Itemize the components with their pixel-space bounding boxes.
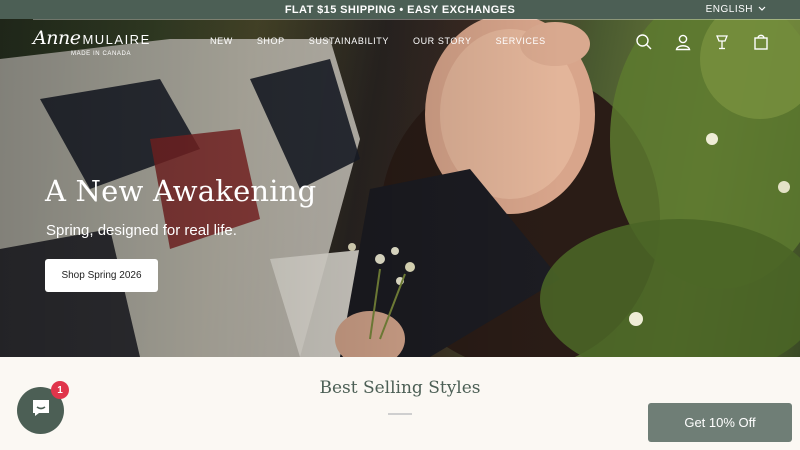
account-icon[interactable] <box>674 33 692 51</box>
nav-item-new[interactable]: NEW <box>210 36 233 46</box>
chevron-down-icon <box>758 4 766 15</box>
header-divider <box>33 19 800 20</box>
nav-item-shop[interactable]: SHOP <box>257 36 285 46</box>
nav-item-our-story[interactable]: OUR STORY <box>413 36 472 46</box>
logo-tagline: MADE IN CANADA <box>71 51 132 57</box>
header-icons <box>635 33 770 51</box>
language-label: ENGLISH <box>705 4 753 15</box>
main-nav: NEW SHOP SUSTAINABILITY OUR STORY SERVIC… <box>210 36 546 46</box>
announcement-bar: FLAT $15 SHIPPING • EASY EXCHANGES <box>0 0 800 19</box>
hero-title: A New Awakening <box>45 174 317 208</box>
nav-item-services[interactable]: SERVICES <box>496 36 546 46</box>
section-divider <box>388 413 412 415</box>
section-title: Best Selling Styles <box>319 378 481 398</box>
wishlist-icon[interactable] <box>713 33 731 51</box>
hero-subtitle: Spring, designed for real life. <box>46 222 237 239</box>
nav-item-sustainability[interactable]: SUSTAINABILITY <box>309 36 389 46</box>
logo-script: Anne <box>33 27 81 49</box>
logo[interactable]: Anne MULAIRE MADE IN CANADA <box>33 27 151 57</box>
search-icon[interactable] <box>635 33 653 51</box>
chat-badge: 1 <box>51 381 69 399</box>
shop-spring-button[interactable]: Shop Spring 2026 <box>45 259 158 292</box>
logo-name: MULAIRE <box>82 32 151 47</box>
chat-bubble-icon <box>29 396 53 425</box>
announcement-text: FLAT $15 SHIPPING • EASY EXCHANGES <box>284 3 516 16</box>
language-selector[interactable]: ENGLISH <box>706 4 766 15</box>
cart-icon[interactable] <box>752 33 770 51</box>
discount-button[interactable]: Get 10% Off <box>648 403 792 442</box>
